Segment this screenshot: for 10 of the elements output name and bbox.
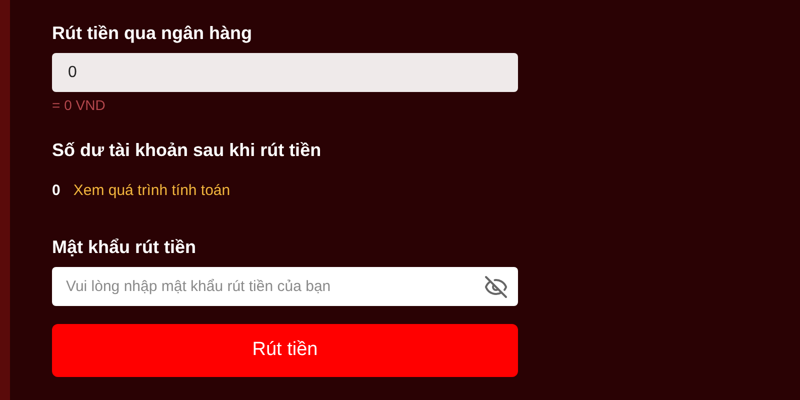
withdraw-button[interactable]: Rút tiền — [52, 324, 518, 377]
eye-off-icon[interactable] — [484, 275, 508, 299]
section-heading: Số dư tài khoản sau khi rút tiền — [52, 139, 322, 161]
converted-amount: = 0 VND — [52, 96, 106, 114]
amount-field[interactable]: 0 — [52, 53, 518, 92]
password-field[interactable]: Vui lòng nhập mật khẩu rút tiền của bạn — [52, 267, 518, 306]
calculation-link[interactable]: Xem quá trình tính toán — [73, 182, 230, 200]
balance-value: 0 — [52, 182, 60, 200]
field-label: Mật khẩu rút tiền — [52, 236, 198, 258]
field-label: Rút tiền qua ngân hàng — [52, 22, 253, 44]
